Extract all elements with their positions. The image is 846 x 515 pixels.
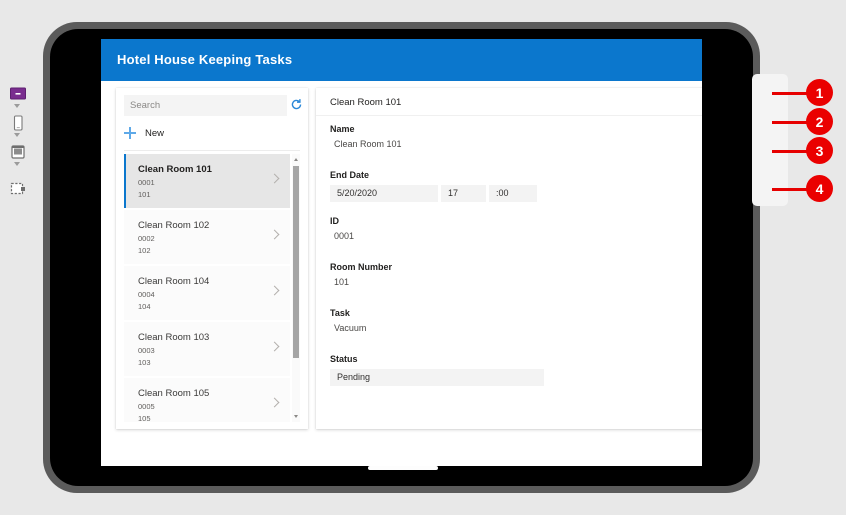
list-item-id: 0002 bbox=[138, 234, 155, 243]
list-item-room: 103 bbox=[138, 358, 151, 367]
list-item[interactable]: Clean Room 104 0004 104 bbox=[124, 266, 290, 320]
detail-header: Clean Room 101 bbox=[316, 88, 702, 116]
end-date-row: 5/20/2020 17 :00 bbox=[330, 185, 537, 202]
task-list[interactable]: Clean Room 101 0001 101 Clean Room 102 0… bbox=[124, 154, 300, 422]
list-item-title: Clean Room 105 bbox=[138, 388, 210, 399]
detail-title: Clean Room 101 bbox=[330, 97, 402, 108]
callout-badge-3: 3 bbox=[806, 137, 833, 164]
field-room-number: Room Number 101 bbox=[330, 262, 392, 287]
callout-badge-4: 4 bbox=[806, 175, 833, 202]
chevron-right-icon bbox=[269, 173, 280, 184]
scroll-up-arrow-icon[interactable] bbox=[294, 158, 298, 161]
id-label: ID bbox=[330, 216, 339, 226]
plus-icon bbox=[124, 127, 136, 139]
detail-body: Name Clean Room 101 End Date 5/20/2020 1… bbox=[316, 122, 702, 429]
chevron-right-icon bbox=[269, 341, 280, 352]
list-item-title: Clean Room 102 bbox=[138, 220, 210, 231]
task-list-panel: New Clean Room 101 0001 101 Clean Room 1… bbox=[116, 88, 308, 429]
list-divider bbox=[124, 150, 300, 151]
callout-badge-1: 1 bbox=[806, 79, 833, 106]
list-item-room: 104 bbox=[138, 302, 151, 311]
field-end-date: End Date 5/20/2020 17 :00 bbox=[330, 170, 537, 202]
list-item[interactable]: Clean Room 101 0001 101 bbox=[124, 154, 290, 208]
room-number-value[interactable]: 101 bbox=[330, 277, 392, 287]
field-name: Name Clean Room 101 bbox=[330, 124, 402, 149]
list-scrollbar[interactable] bbox=[292, 154, 300, 422]
monitor-icon[interactable] bbox=[8, 84, 28, 104]
end-minute-input[interactable]: :00 bbox=[489, 185, 537, 202]
list-item-id: 0004 bbox=[138, 290, 155, 299]
chevron-right-icon bbox=[269, 229, 280, 240]
name-label: Name bbox=[330, 124, 355, 134]
app-screen: Hotel House Keeping Tasks New bbox=[101, 39, 702, 466]
chevron-right-icon bbox=[269, 397, 280, 408]
chevron-right-icon bbox=[269, 285, 280, 296]
task-label: Task bbox=[330, 308, 350, 318]
phone-icon[interactable] bbox=[8, 113, 28, 133]
search-input[interactable] bbox=[124, 95, 287, 116]
chevron-down-icon[interactable] bbox=[14, 104, 20, 108]
field-task: Task Vacuum bbox=[330, 308, 366, 333]
callout-badge-2: 2 bbox=[806, 108, 833, 135]
page-title: Hotel House Keeping Tasks bbox=[117, 52, 293, 67]
screenshot-stage: Hotel House Keeping Tasks New bbox=[0, 0, 846, 515]
name-value[interactable]: Clean Room 101 bbox=[330, 139, 402, 149]
list-item[interactable]: Clean Room 105 0005 105 bbox=[124, 378, 290, 422]
list-item-room: 102 bbox=[138, 246, 151, 255]
resize-handle-icon[interactable] bbox=[8, 179, 28, 199]
task-detail-panel: Clean Room 101 Name Clean Room 101 End D… bbox=[316, 88, 702, 429]
home-indicator bbox=[368, 466, 438, 470]
list-item-title: Clean Room 101 bbox=[138, 164, 212, 175]
list-item[interactable]: Clean Room 103 0003 103 bbox=[124, 322, 290, 376]
field-status: Status Pending bbox=[330, 354, 544, 387]
new-task-label: New bbox=[145, 127, 165, 139]
list-item-room: 105 bbox=[138, 414, 151, 422]
list-item-title: Clean Room 104 bbox=[138, 276, 210, 287]
list-item-room: 101 bbox=[138, 190, 151, 199]
task-value[interactable]: Vacuum bbox=[330, 323, 366, 333]
end-hour-input[interactable]: 17 bbox=[441, 185, 486, 202]
tablet-icon[interactable] bbox=[8, 142, 28, 162]
list-item-title: Clean Room 103 bbox=[138, 332, 210, 343]
room-number-label: Room Number bbox=[330, 262, 393, 272]
refresh-icon[interactable] bbox=[290, 98, 303, 111]
list-item-id: 0003 bbox=[138, 346, 155, 355]
end-date-input[interactable]: 5/20/2020 bbox=[330, 185, 438, 202]
list-item-id: 0005 bbox=[138, 402, 155, 411]
new-task-button[interactable]: New bbox=[124, 122, 300, 144]
scroll-down-arrow-icon[interactable] bbox=[294, 415, 298, 418]
chevron-down-icon[interactable] bbox=[14, 133, 20, 137]
scrollbar-thumb[interactable] bbox=[293, 166, 299, 358]
app-header: Hotel House Keeping Tasks bbox=[101, 39, 702, 81]
list-item-id: 0001 bbox=[138, 178, 155, 187]
end-date-label: End Date bbox=[330, 170, 370, 180]
status-label: Status bbox=[330, 354, 358, 364]
field-id: ID 0001 bbox=[330, 216, 354, 241]
list-item[interactable]: Clean Room 102 0002 102 bbox=[124, 210, 290, 264]
id-value[interactable]: 0001 bbox=[330, 231, 354, 241]
status-value[interactable]: Pending bbox=[330, 369, 544, 386]
search-row bbox=[124, 95, 303, 116]
chevron-down-icon[interactable] bbox=[14, 162, 20, 166]
